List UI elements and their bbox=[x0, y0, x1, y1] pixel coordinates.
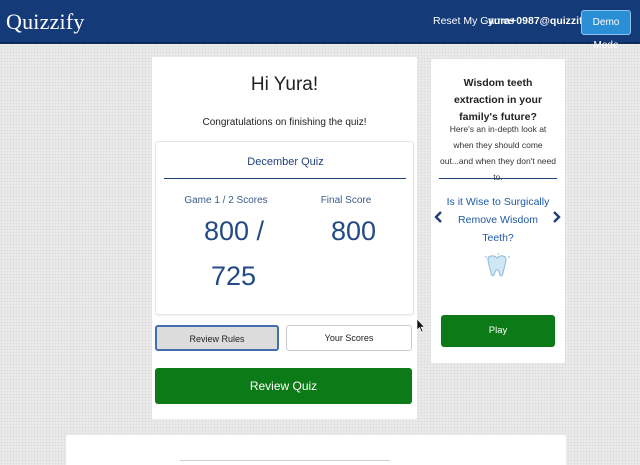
divider bbox=[164, 178, 406, 179]
greeting-title: Hi Yura! bbox=[250, 74, 319, 95]
chevron-left-icon[interactable] bbox=[434, 211, 443, 223]
play-button[interactable]: Play bbox=[441, 315, 555, 347]
quiz-title: December Quiz bbox=[247, 156, 324, 168]
divider bbox=[439, 178, 557, 179]
promo-card: Wisdom teeth extraction in your family's… bbox=[431, 59, 565, 363]
divider bbox=[180, 460, 390, 461]
demo-mode-button[interactable]: Demo Mode bbox=[581, 10, 631, 51]
results-card: Hi Yura! Congratulations on finishing th… bbox=[152, 57, 417, 419]
final-score-label: Final Score bbox=[320, 195, 372, 206]
congrats-text: Congratulations on finishing the quiz! bbox=[202, 117, 367, 128]
brand-logo[interactable]: Quizzify bbox=[6, 9, 85, 35]
promo-title: Wisdom teeth extraction in your family's… bbox=[453, 77, 543, 123]
chevron-right-icon[interactable] bbox=[552, 211, 561, 223]
mouse-cursor-icon bbox=[416, 318, 426, 333]
review-rules-tab[interactable]: Review Rules bbox=[155, 325, 279, 351]
review-quiz-button[interactable]: Review Quiz bbox=[155, 368, 412, 404]
tooth-icon bbox=[484, 253, 511, 277]
top-navbar: Quizzify Reset My Games yura+0987@quizzi… bbox=[0, 0, 640, 51]
score-panel: December Quiz Game 1 / 2 Scores Final Sc… bbox=[155, 141, 414, 315]
game-scores-value-2: 725 bbox=[211, 261, 257, 291]
article-link[interactable]: Is it Wise to Surgically Remove Wisdom T… bbox=[445, 193, 551, 247]
promo-description: Here's an in-depth look at when they sho… bbox=[440, 124, 556, 182]
your-scores-tab[interactable]: Your Scores bbox=[286, 325, 412, 351]
game-scores-label: Game 1 / 2 Scores bbox=[184, 195, 268, 206]
final-score-value: 800 bbox=[331, 216, 377, 246]
game-scores-value: 800 / bbox=[204, 216, 265, 246]
